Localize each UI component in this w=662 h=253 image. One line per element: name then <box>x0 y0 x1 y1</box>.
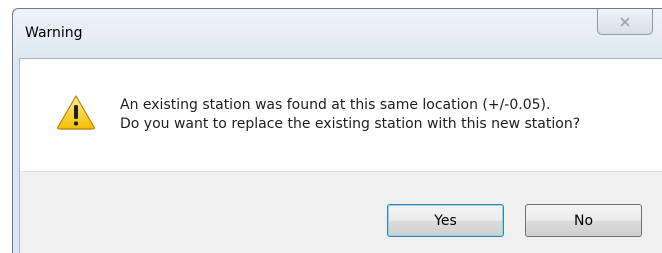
dialog-title: Warning <box>25 25 83 41</box>
warning-triangle-icon <box>57 95 95 130</box>
no-button[interactable]: No <box>525 204 642 237</box>
warning-dialog: Warning An existing station was found at… <box>12 8 662 253</box>
yes-button[interactable]: Yes <box>387 204 504 237</box>
message-line-1: An existing station was found at this sa… <box>120 97 551 113</box>
title-bar: Warning <box>13 9 662 58</box>
dialog-content: An existing station was found at this sa… <box>19 58 662 253</box>
message-area: An existing station was found at this sa… <box>20 59 662 171</box>
close-button[interactable] <box>597 9 653 35</box>
message-line-2: Do you want to replace the existing stat… <box>120 116 581 132</box>
message-text: An existing station was found at this sa… <box>120 96 580 134</box>
button-bar: Yes No <box>20 171 662 253</box>
close-x-icon <box>620 16 630 27</box>
